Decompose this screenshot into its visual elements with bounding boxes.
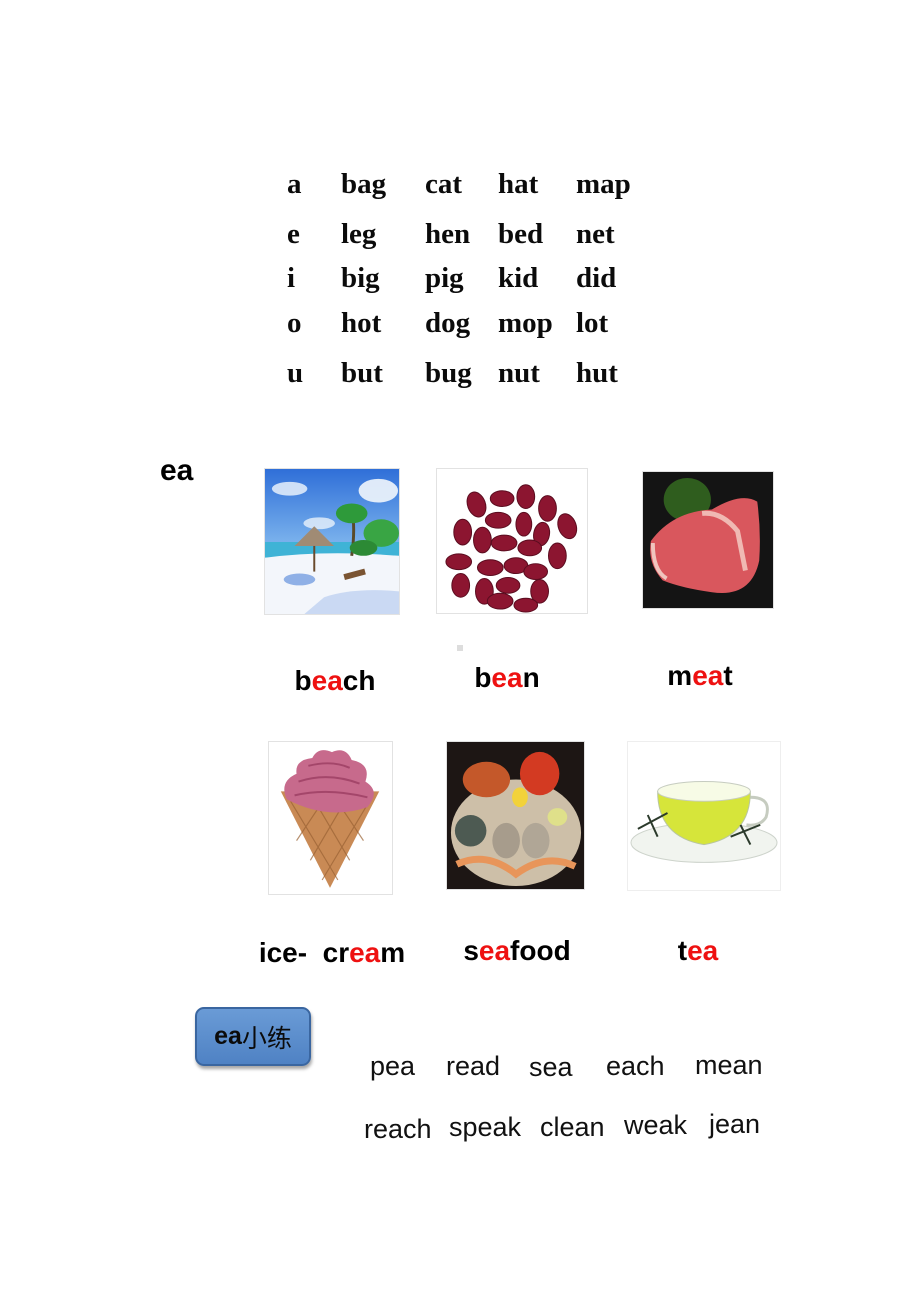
vowel-word: hen (425, 218, 471, 250)
word-part: s (463, 935, 479, 966)
vowel-word: lot (576, 307, 609, 339)
meat-picture (642, 471, 774, 609)
vowel-word: net (576, 218, 615, 250)
vowel-label: o (287, 307, 302, 339)
word-highlight: ea (687, 935, 719, 966)
vowel-word: hut (576, 357, 618, 389)
word-highlight: ea (692, 660, 724, 691)
word-part: b (294, 665, 312, 696)
vowel-word: kid (498, 262, 539, 294)
seafood-picture (446, 741, 585, 890)
ea-practice-button[interactable]: ea 小练 (195, 1007, 311, 1066)
practice-word: clean (540, 1112, 605, 1142)
practice-word: jean (709, 1109, 761, 1139)
word-part: ice- cr (258, 937, 350, 968)
vowel-word: hat (498, 168, 539, 200)
practice-word: speak (449, 1112, 522, 1142)
word-part: t (677, 935, 688, 966)
vowel-label: i (287, 262, 296, 294)
ice-cream-picture (268, 741, 393, 895)
beach-picture (264, 468, 400, 615)
vowel-word: leg (341, 218, 377, 250)
vowel-word: did (576, 262, 617, 294)
word-part: food (510, 935, 571, 966)
vocab-word-tea: tea (678, 937, 718, 965)
vowel-word: bag (341, 168, 387, 200)
practice-word: reach (364, 1114, 432, 1144)
vowel-word: pig (425, 262, 464, 294)
vowel-word: cat (425, 168, 463, 200)
word-part: m (667, 660, 693, 691)
tea-picture (627, 741, 781, 891)
button-prefix: ea (214, 1022, 242, 1050)
practice-word: each (606, 1051, 665, 1081)
vowel-word: bed (498, 218, 544, 250)
vowel-label: a (287, 168, 302, 200)
vowel-word: nut (498, 357, 540, 389)
word-highlight: ea (478, 935, 511, 966)
bean-picture (436, 468, 588, 614)
vocab-word-bean: bean (474, 664, 539, 692)
vowel-word: mop (498, 307, 553, 339)
vowel-word: bug (425, 357, 472, 389)
vowel-word: map (576, 168, 631, 200)
vocab-word-beach: beach (295, 667, 376, 695)
word-highlight: ea (491, 662, 523, 693)
word-part: t (723, 660, 733, 691)
vowel-label: u (287, 357, 304, 389)
button-suffix: 小练 (241, 1023, 292, 1053)
practice-word: mean (695, 1050, 763, 1080)
word-part: ch (342, 665, 376, 696)
word-part: b (474, 662, 492, 693)
word-part: n (522, 662, 540, 693)
section-title: ea (160, 454, 194, 487)
practice-word: pea (370, 1051, 416, 1081)
vowel-word: but (341, 357, 383, 389)
vowel-word: hot (341, 307, 382, 339)
vocab-word-seafood: seafood (463, 937, 570, 965)
vowel-word: dog (425, 307, 471, 339)
practice-word: weak (624, 1110, 688, 1140)
stray-mark (457, 645, 463, 651)
practice-word: read (446, 1051, 501, 1081)
vowel-label: e (287, 218, 300, 250)
practice-word: sea (529, 1052, 573, 1082)
vocab-word-ice-cream: ice- cream (259, 939, 405, 967)
vowel-word: big (341, 262, 380, 294)
vocab-word-meat: meat (667, 662, 732, 690)
word-highlight: ea (311, 665, 343, 696)
word-part: m (380, 937, 406, 968)
word-highlight: ea (349, 937, 381, 968)
